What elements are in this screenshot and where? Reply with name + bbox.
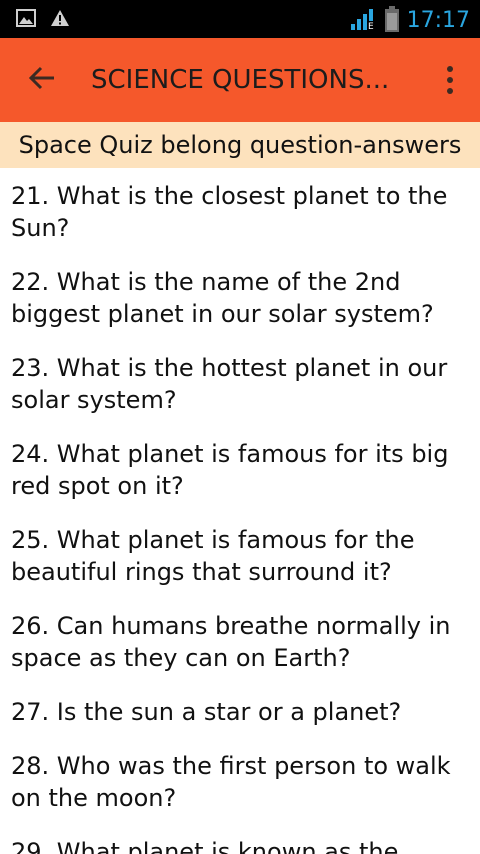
- signal-icon: E: [349, 7, 377, 35]
- more-options-button[interactable]: [440, 60, 460, 100]
- page-title: SCIENCE QUESTIONS...: [91, 65, 390, 95]
- status-time: 17:17: [406, 8, 470, 33]
- question-item[interactable]: 22. What is the name of the 2nd biggest …: [11, 266, 451, 330]
- battery-icon: [384, 6, 399, 36]
- category-header: Space Quiz belong question-answers: [0, 122, 480, 168]
- question-item[interactable]: 29. What planet is known as the: [11, 836, 451, 854]
- svg-text:E: E: [368, 22, 374, 31]
- question-item[interactable]: 25. What planet is famous for the beauti…: [11, 524, 451, 588]
- image-icon: [16, 9, 36, 31]
- question-item[interactable]: 21. What is the closest planet to the Su…: [11, 180, 451, 244]
- warning-icon: [50, 9, 70, 31]
- arrow-left-icon: [28, 64, 56, 96]
- question-item[interactable]: 24. What planet is famous for its big re…: [11, 438, 451, 502]
- question-item[interactable]: 23. What is the hottest planet in our so…: [11, 352, 451, 416]
- question-item[interactable]: 27. Is the sun a star or a planet?: [11, 696, 451, 728]
- question-list: 21. What is the closest planet to the Su…: [0, 168, 480, 854]
- status-bar: E 17:17: [0, 0, 480, 38]
- back-button[interactable]: [22, 60, 62, 100]
- question-item[interactable]: 28. Who was the first person to walk on …: [11, 750, 451, 814]
- question-item[interactable]: 26. Can humans breathe normally in space…: [11, 610, 451, 674]
- app-bar: SCIENCE QUESTIONS...: [0, 38, 480, 122]
- more-vertical-icon: [447, 66, 453, 94]
